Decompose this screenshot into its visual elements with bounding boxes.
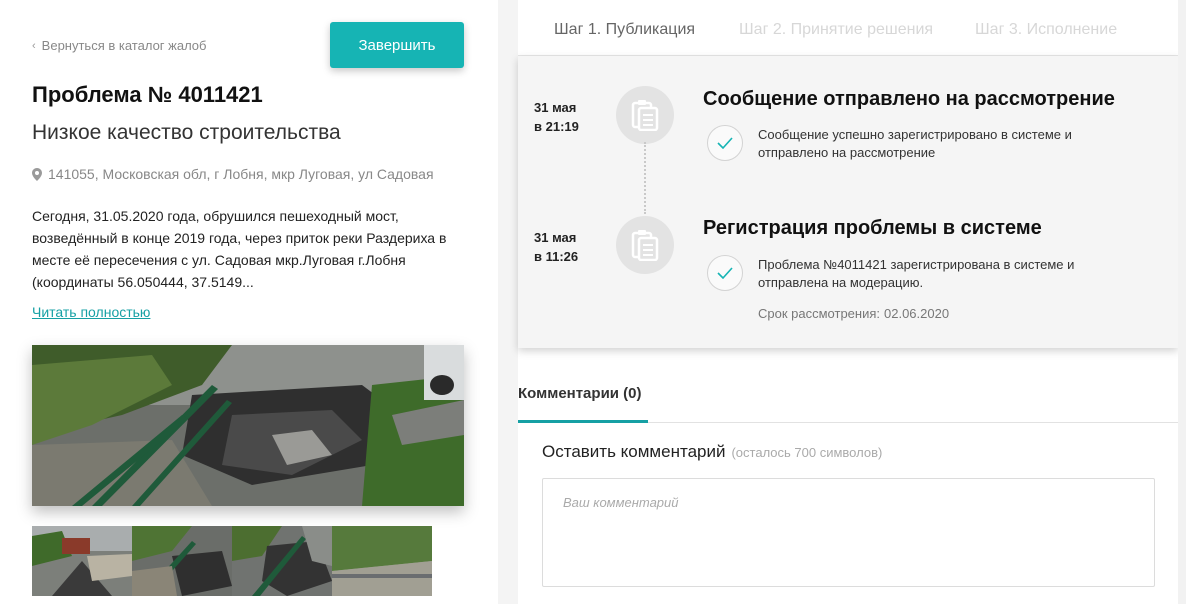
finish-button[interactable]: Завершить — [330, 22, 464, 68]
event-date-day: 31 мая — [534, 100, 577, 115]
read-more-link[interactable]: Читать полностью — [32, 304, 150, 320]
comments-tab-underline — [518, 420, 648, 423]
deadline-value: 02.06.2020 — [884, 306, 950, 321]
problem-category: Низкое качество строительства — [32, 121, 341, 144]
event-title: Регистрация проблемы в системе — [703, 217, 1042, 239]
clipboard-icon — [616, 86, 674, 144]
event-text: Проблема №4011421 зарегистрирована в сис… — [758, 257, 1075, 290]
event-title: Сообщение отправлено на рассмотрение — [703, 88, 1115, 110]
checkmark-icon — [707, 125, 743, 161]
problem-description: Сегодня, 31.05.2020 года, обрушился пеше… — [32, 208, 447, 290]
event-date: 31 мая в 11:26 — [534, 228, 578, 266]
event-date-time: в 11:26 — [534, 249, 579, 264]
comments-tab[interactable]: Комментарии (0) — [518, 385, 642, 402]
location-pin-icon — [32, 167, 42, 181]
checkmark-icon — [707, 255, 743, 291]
photo-thumbnail[interactable] — [332, 526, 432, 596]
photo-thumbnails — [32, 526, 432, 596]
event-date-day: 31 мая — [534, 230, 577, 245]
panel-divider — [498, 0, 518, 604]
comment-input[interactable] — [542, 478, 1155, 587]
clipboard-icon — [616, 216, 674, 274]
status-timeline: 31 мая в 21:19 Сообщение отправлено на р… — [518, 56, 1178, 348]
problem-status-panel: Шаг 1. Публикация Шаг 2. Принятие решени… — [518, 0, 1186, 604]
photo-thumbnail[interactable] — [32, 526, 132, 596]
photo-thumbnail[interactable] — [232, 526, 332, 596]
event-date: 31 мая в 21:19 — [534, 98, 579, 136]
chars-left-counter: (осталось 700 символов) — [731, 445, 883, 460]
leave-comment-heading: Оставить комментарий (осталось 700 символ… — [542, 442, 882, 462]
review-deadline: Срок рассмотрения: 02.06.2020 — [758, 306, 949, 321]
step-tab-execution[interactable]: Шаг 3. Исполнение — [975, 21, 1117, 39]
back-link-label: Вернуться в каталог жалоб — [41, 38, 207, 53]
photo-thumbnail[interactable] — [132, 526, 232, 596]
event-text: Сообщение успешно зарегистрировано в сис… — [758, 127, 1072, 160]
problem-number-title: Проблема № 4011421 — [32, 82, 263, 107]
timeline-connector — [644, 142, 646, 214]
problem-details-panel: ‹ Вернуться в каталог жалоб Завершить Пр… — [0, 0, 498, 604]
event-date-time: в 21:19 — [534, 119, 579, 134]
back-to-catalog-link[interactable]: ‹ Вернуться в каталог жалоб — [32, 38, 206, 53]
step-tab-publication[interactable]: Шаг 1. Публикация — [554, 21, 695, 39]
leave-comment-label: Оставить комментарий — [542, 442, 726, 461]
problem-address: 141055, Московская обл, г Лобня, мкр Луг… — [32, 166, 434, 182]
deadline-label: Срок рассмотрения: — [758, 306, 880, 321]
main-problem-photo[interactable] — [32, 345, 464, 506]
step-tab-decision[interactable]: Шаг 2. Принятие решения — [739, 21, 933, 39]
address-text: 141055, Московская обл, г Лобня, мкр Луг… — [48, 166, 434, 182]
chevron-left-icon: ‹ — [32, 39, 36, 52]
status-steps: Шаг 1. Публикация Шаг 2. Принятие решени… — [518, 0, 1178, 56]
page-right-edge — [1178, 0, 1186, 604]
